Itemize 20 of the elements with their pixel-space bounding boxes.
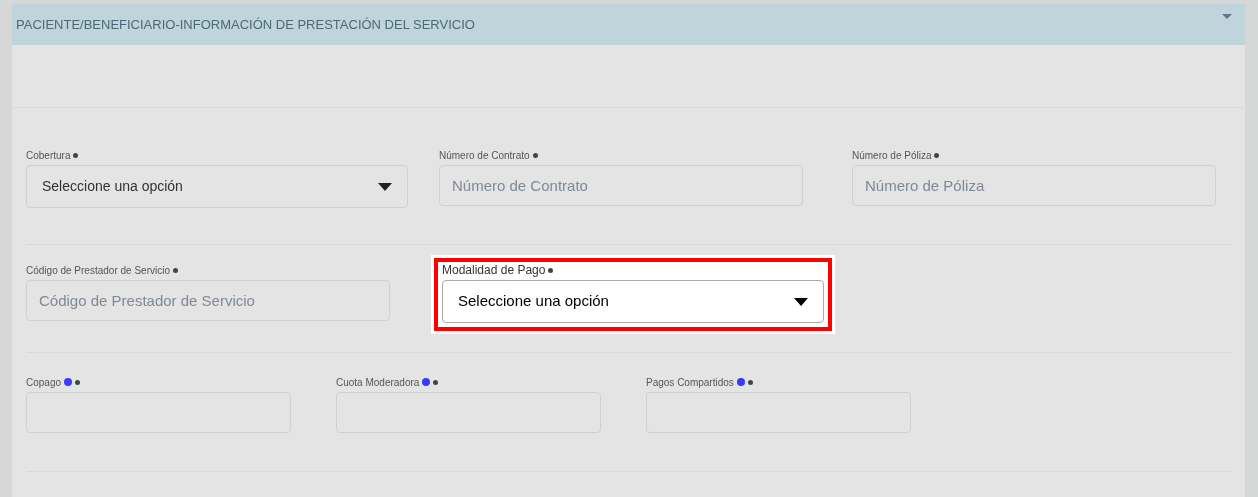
caret-icon xyxy=(794,296,808,307)
field-label: Modalidad de Pago xyxy=(442,262,546,279)
panel-title: PACIENTE/BENEFICIARIO-INFORMACIÓN DE PRESTACIÓN DEL SERVICIO xyxy=(16,15,475,34)
info-icon[interactable] xyxy=(422,378,431,386)
input-field[interactable]: Código de Prestador de Servicio xyxy=(26,280,390,321)
select-field[interactable]: Seleccione una opción xyxy=(26,165,408,208)
field-label: Cuota Moderadora xyxy=(336,375,420,390)
field-label: Copago xyxy=(26,375,62,390)
panel-header[interactable]: PACIENTE/BENEFICIARIO-INFORMACIÓN DE PRESTACIÓN DEL SERVICIO xyxy=(12,4,1245,45)
field-label: Código de Prestador de Servicio xyxy=(26,263,170,278)
field-label: Cobertura xyxy=(26,148,71,163)
field-label: Número de Contrato xyxy=(439,148,530,163)
info-icon[interactable] xyxy=(736,378,745,386)
select-field[interactable]: Seleccione una opción xyxy=(442,280,824,323)
field-label: Número de Póliza xyxy=(852,148,932,163)
input-field[interactable]: Número de Contrato xyxy=(439,165,803,206)
field-label: Pagos Compartidos xyxy=(646,375,734,390)
input-field[interactable]: Número de Póliza xyxy=(852,165,1216,206)
caret-icon xyxy=(378,181,392,192)
info-icon[interactable] xyxy=(64,378,73,386)
